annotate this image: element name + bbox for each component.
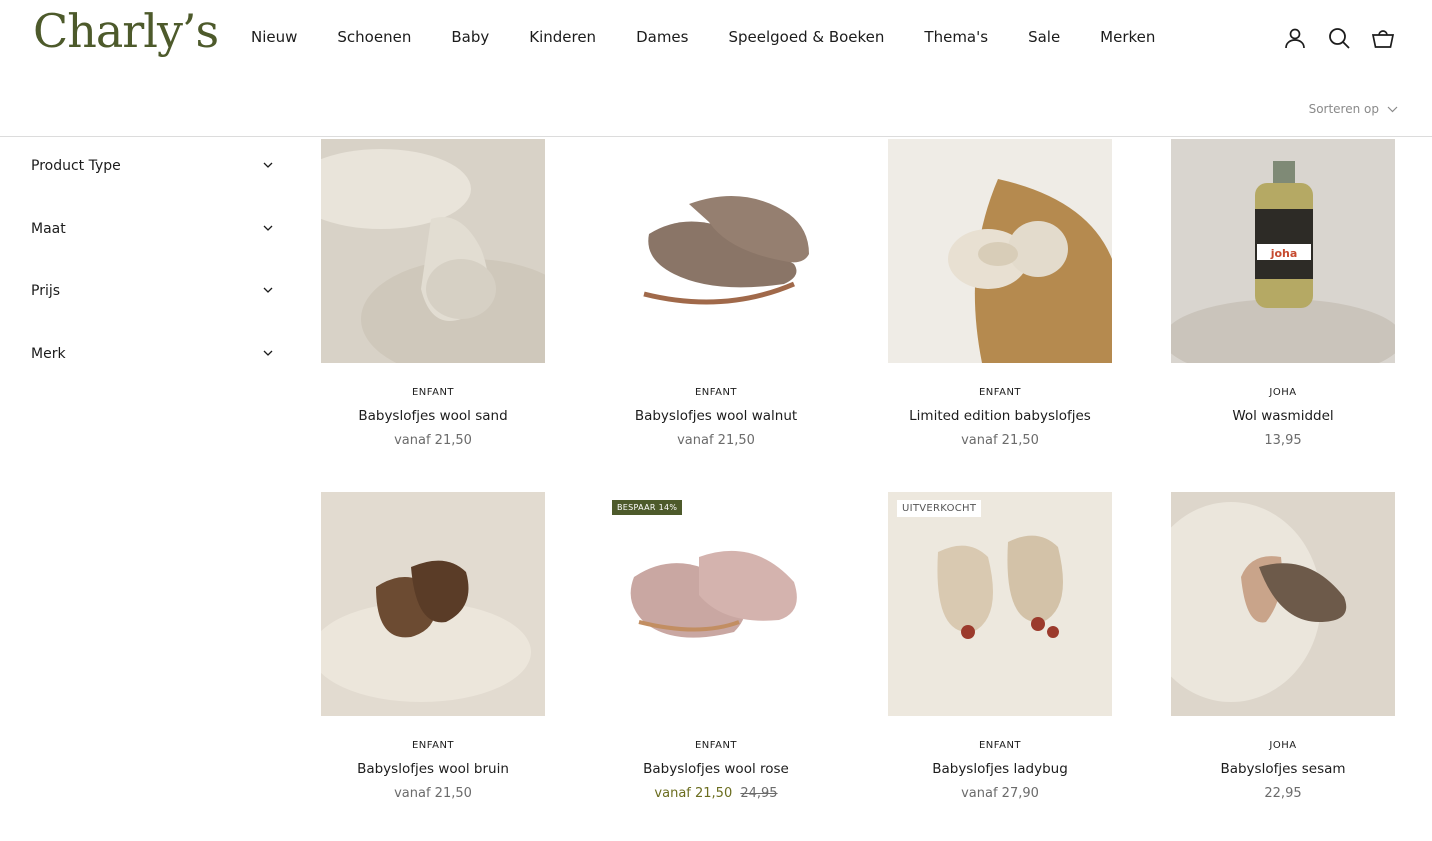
account-icon[interactable] <box>1283 26 1307 50</box>
filter-product-type[interactable]: Product Type <box>31 158 273 221</box>
nav-link-themas[interactable]: Thema's <box>924 28 988 46</box>
nav-link-merken[interactable]: Merken <box>1100 28 1155 46</box>
product-brand: ENFANT <box>411 740 455 751</box>
product-price: vanaf 21,50 <box>394 786 472 801</box>
product-brand: ENFANT <box>694 387 738 398</box>
product-title[interactable]: Wol wasmiddel <box>1171 408 1395 424</box>
discount-badge: BESPAAR 14% <box>612 500 683 515</box>
product-title[interactable]: Babyslofjes wool walnut <box>604 408 828 424</box>
compare-price: 24,95 <box>740 786 778 801</box>
filter-sidebar: Product Type Maat Prijs Merk <box>31 158 273 408</box>
filter-maat[interactable]: Maat <box>31 221 273 284</box>
product-price: vanaf 21,50 <box>394 433 472 448</box>
product-title[interactable]: Babyslofjes wool bruin <box>321 761 545 777</box>
product-brand: ENFANT <box>411 387 455 398</box>
product-price: vanaf 21,50 24,95 <box>604 786 828 801</box>
product-price: 13,95 <box>1264 433 1302 448</box>
nav-link-baby[interactable]: Baby <box>451 28 489 46</box>
chevron-down-icon <box>263 162 273 168</box>
filter-merk[interactable]: Merk <box>31 346 273 409</box>
product-brand: ENFANT <box>978 387 1022 398</box>
chevron-down-icon <box>263 225 273 231</box>
product-title[interactable]: Limited edition babyslofjes <box>888 408 1112 424</box>
nav-link-dames[interactable]: Dames <box>636 28 688 46</box>
product-price: vanaf 21,50 <box>961 433 1039 448</box>
chevron-down-icon <box>1387 106 1398 112</box>
sold-out-badge: UITVERKOCHT <box>897 500 982 517</box>
nav-link-sale[interactable]: Sale <box>1028 28 1060 46</box>
product-card[interactable]: ENFANT Limited edition babyslofjes vanaf… <box>888 139 1112 448</box>
nav-link-kinderen[interactable]: Kinderen <box>529 28 596 46</box>
product-title[interactable]: Babyslofjes wool rose <box>604 761 828 777</box>
product-card[interactable]: ENFANT Babyslofjes wool walnut vanaf 21,… <box>604 139 828 448</box>
product-price: vanaf 21,50 <box>677 433 755 448</box>
product-brand: ENFANT <box>694 740 738 751</box>
cart-icon[interactable] <box>1371 26 1395 50</box>
main-nav: Nieuw Schoenen Baby Kinderen Dames Speel… <box>251 28 1195 46</box>
header-icons <box>1283 26 1395 50</box>
product-card[interactable]: ENFANT Babyslofjes wool rose vanaf 21,50… <box>604 492 828 801</box>
product-price: vanaf 27,90 <box>961 786 1039 801</box>
nav-link-speelgoed-boeken[interactable]: Speelgoed & Boeken <box>728 28 884 46</box>
product-title[interactable]: Babyslofjes sesam <box>1171 761 1395 777</box>
product-image[interactable] <box>604 139 828 363</box>
product-brand: JOHA <box>1269 740 1297 751</box>
product-image[interactable] <box>321 139 545 363</box>
product-card[interactable]: ENFANT Babyslofjes ladybug vanaf 27,90 <box>888 492 1112 801</box>
product-image[interactable] <box>888 492 1112 716</box>
sort-label: Sorteren op <box>1308 102 1379 116</box>
filter-label: Maat <box>31 220 66 237</box>
product-title[interactable]: Babyslofjes ladybug <box>888 761 1112 777</box>
product-price: 22,95 <box>1264 786 1302 801</box>
product-image[interactable] <box>888 139 1112 363</box>
filter-label: Product Type <box>31 158 121 174</box>
sale-price: vanaf 21,50 <box>654 786 733 801</box>
filter-label: Merk <box>31 345 66 362</box>
product-brand: JOHA <box>1269 387 1297 398</box>
filter-prijs[interactable]: Prijs <box>31 283 273 346</box>
chevron-down-icon <box>263 287 273 293</box>
product-image[interactable] <box>321 492 545 716</box>
product-title[interactable]: Babyslofjes wool sand <box>321 408 545 424</box>
search-icon[interactable] <box>1327 26 1351 50</box>
product-brand: ENFANT <box>978 740 1022 751</box>
site-header: Charly’s Nieuw Schoenen Baby Kinderen Da… <box>0 0 1432 137</box>
product-card[interactable]: ENFANT Babyslofjes wool bruin vanaf 21,5… <box>321 492 545 801</box>
nav-link-schoenen[interactable]: Schoenen <box>337 28 411 46</box>
product-image[interactable] <box>1171 492 1395 716</box>
logo[interactable]: Charly’s <box>33 4 219 58</box>
nav-link-nieuw[interactable]: Nieuw <box>251 28 297 46</box>
product-card[interactable]: ENFANT Babyslofjes wool sand vanaf 21,50 <box>321 139 545 448</box>
sort-dropdown[interactable]: Sorteren op <box>1309 102 1398 116</box>
product-image[interactable]: joha <box>1171 139 1395 363</box>
product-card[interactable]: JOHA Babyslofjes sesam 22,95 <box>1171 492 1395 801</box>
filter-label: Prijs <box>31 283 61 299</box>
product-label-text: joha <box>1270 247 1298 260</box>
product-card[interactable]: joha JOHA Wol wasmiddel 13,95 <box>1171 139 1395 448</box>
product-image[interactable] <box>604 492 828 716</box>
chevron-down-icon <box>263 350 273 356</box>
